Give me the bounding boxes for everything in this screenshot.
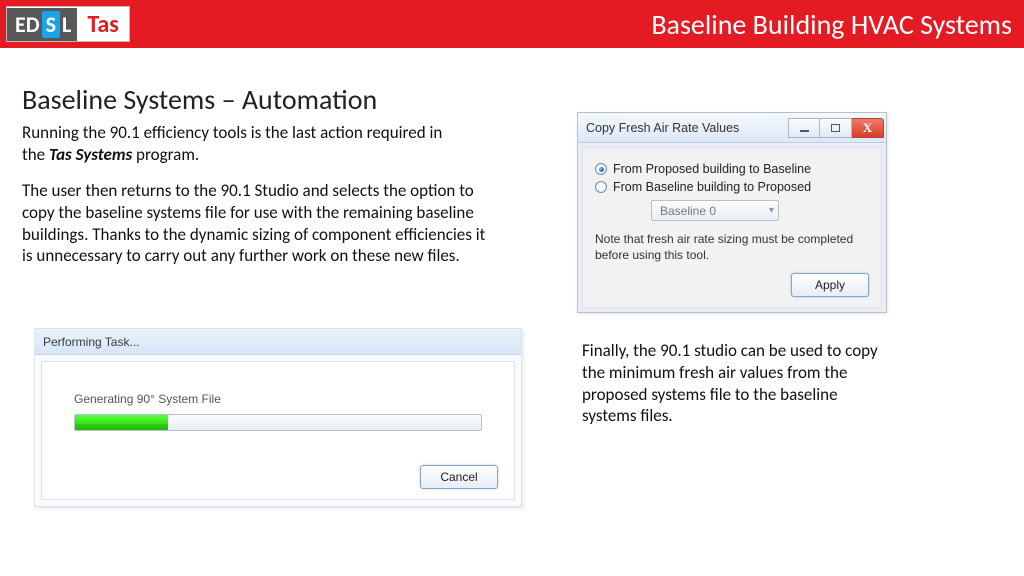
maximize-icon <box>831 124 840 132</box>
paragraph-1: Running the 90.1 efficiency tools is the… <box>22 122 467 166</box>
slide-title: Baseline Building HVAC Systems <box>651 7 1012 42</box>
radio-option-baseline-to-proposed[interactable]: From Baseline building to Proposed <box>595 180 869 194</box>
performing-task-dialog: Performing Task... Generating 90° System… <box>34 328 522 507</box>
brand-logo: EDSL Tas <box>6 6 130 42</box>
dialog2-note: Note that fresh air rate sizing must be … <box>595 231 869 263</box>
progress-bar <box>74 414 482 431</box>
radio-option-proposed-to-baseline[interactable]: From Proposed building to Baseline <box>595 162 869 176</box>
apply-button[interactable]: Apply <box>791 273 869 297</box>
paragraph-3: Finally, the 90.1 studio can be used to … <box>582 340 882 427</box>
cancel-button[interactable]: Cancel <box>420 465 498 489</box>
logo-text-tas: Tas <box>77 10 129 39</box>
close-button[interactable]: X <box>852 118 884 138</box>
logo-text-l: L <box>62 11 71 38</box>
radio-selected-icon <box>599 167 604 172</box>
radio-label-2: From Baseline building to Proposed <box>613 180 811 194</box>
dialog1-message: Generating 90° System File <box>74 392 498 406</box>
top-bar: EDSL Tas Baseline Building HVAC Systems <box>0 0 1024 48</box>
logo-text-ed: ED <box>15 11 40 38</box>
minimize-button[interactable] <box>788 118 820 138</box>
baseline-select[interactable]: Baseline 0 ▾ <box>651 200 779 221</box>
dialog2-body: From Proposed building to Baseline From … <box>582 147 882 308</box>
dialog1-title-text: Performing Task... <box>43 335 139 349</box>
window-controls: X <box>788 118 886 138</box>
para1-bold: Tas Systems <box>49 144 132 165</box>
minimize-icon <box>800 130 809 132</box>
maximize-button[interactable] <box>820 118 852 138</box>
logo-text-s: S <box>42 11 60 38</box>
heading: Baseline Systems – Automation <box>22 82 377 117</box>
close-icon: X <box>863 121 872 134</box>
paragraph-2: The user then returns to the 90.1 Studio… <box>22 180 492 267</box>
chevron-down-icon: ▾ <box>769 205 774 216</box>
dialog1-body: Generating 90° System File Cancel <box>41 361 515 500</box>
dialog2-title-text: Copy Fresh Air Rate Values <box>586 121 788 135</box>
copy-fresh-air-dialog: Copy Fresh Air Rate Values X From Propos… <box>577 112 887 313</box>
dialog2-titlebar[interactable]: Copy Fresh Air Rate Values X <box>578 113 886 143</box>
slide-body: Baseline Systems – Automation Running th… <box>0 48 1024 576</box>
dialog1-titlebar[interactable]: Performing Task... <box>35 329 521 355</box>
radio-icon <box>595 181 607 193</box>
progress-bar-fill <box>75 415 168 430</box>
radio-icon <box>595 163 607 175</box>
radio-label-1: From Proposed building to Baseline <box>613 162 811 176</box>
para1-text-b: program. <box>132 144 199 165</box>
select-value: Baseline 0 <box>660 204 716 218</box>
